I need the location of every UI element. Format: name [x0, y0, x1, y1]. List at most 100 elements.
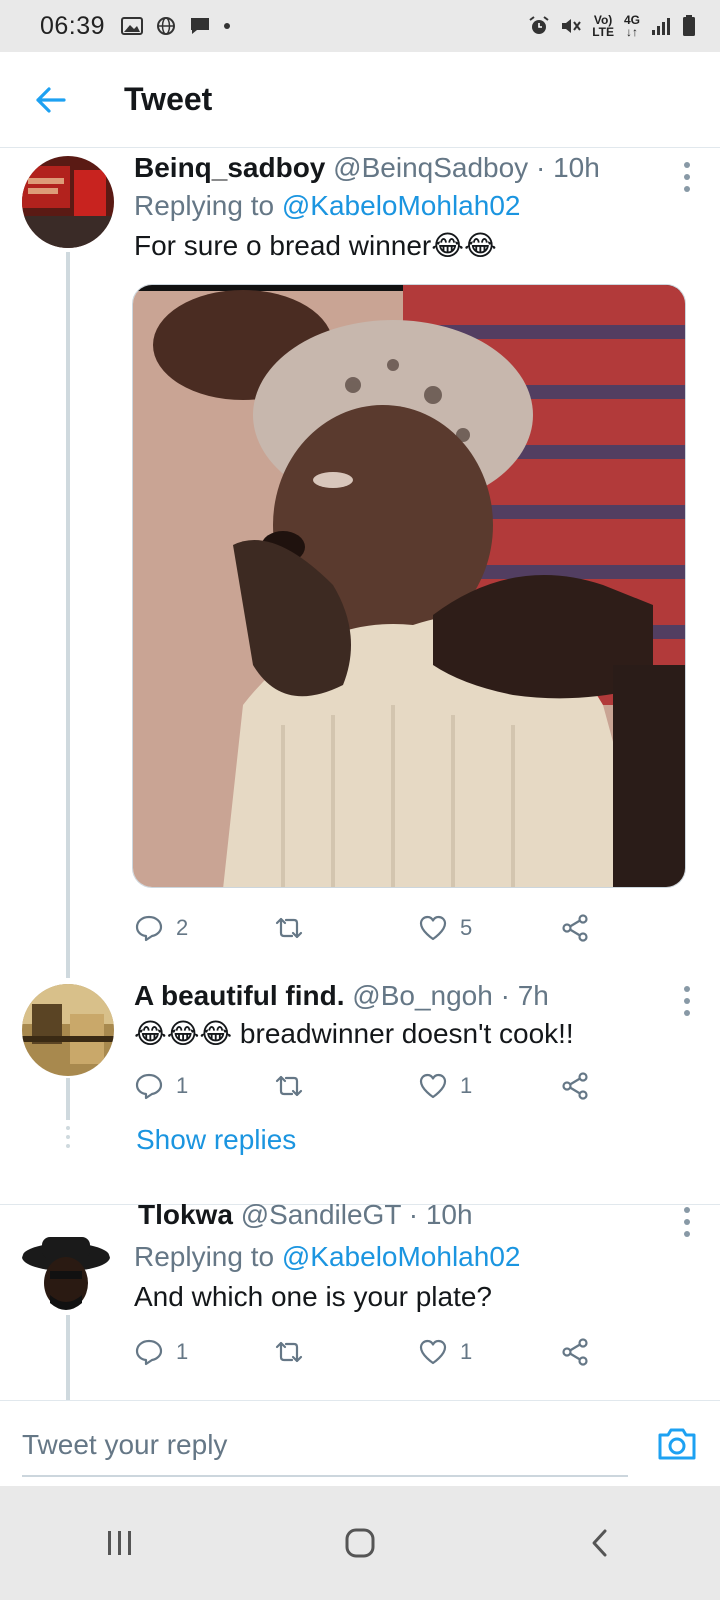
- like-action[interactable]: 5: [418, 913, 472, 943]
- author-name[interactable]: Beinq_sadboy: [134, 152, 325, 183]
- tweet-1[interactable]: Beinq_sadboy @BeinqSadboy · 10h Replying…: [0, 148, 720, 978]
- camera-icon: [658, 1428, 696, 1460]
- replying-to-prefix: Replying to: [134, 190, 275, 221]
- message-icon: [191, 18, 210, 34]
- recent-apps-button[interactable]: [80, 1513, 160, 1573]
- tweet-body-content: Replying to @KabeloMohlah02 And which on…: [134, 1237, 700, 1317]
- tweet-time: 10h: [425, 1199, 473, 1230]
- tweet-media-image[interactable]: [132, 284, 686, 888]
- recent-apps-icon: [108, 1531, 131, 1555]
- page-title: Tweet: [124, 81, 213, 117]
- volte-indicator: Vo) LTE: [592, 14, 614, 38]
- profile-picture-icon: [20, 1225, 112, 1317]
- tweet-meta: A beautiful find. @Bo_ngoh · 7h: [134, 978, 700, 1014]
- replying-to: Replying to @KabeloMohlah02: [134, 186, 700, 226]
- replying-to: Replying to @KabeloMohlah02: [134, 1237, 700, 1277]
- replying-to-mention[interactable]: @KabeloMohlah02: [282, 1241, 521, 1272]
- app-header: Tweet: [0, 52, 720, 148]
- reply-icon: [135, 915, 163, 942]
- like-action[interactable]: 1: [418, 1071, 472, 1101]
- system-back-button[interactable]: [560, 1513, 640, 1573]
- thread-line: [66, 1315, 70, 1400]
- share-icon: [562, 914, 588, 942]
- data-arrows-label: ↓↑: [625, 25, 638, 39]
- thread-line: [66, 1078, 70, 1120]
- tweet-actions: 1 1: [134, 1332, 614, 1372]
- tweet-time: 7h: [517, 980, 549, 1011]
- retweet-action[interactable]: [274, 1071, 316, 1101]
- reply-input[interactable]: [22, 1415, 628, 1477]
- retweet-action[interactable]: [274, 1337, 316, 1367]
- heart-icon: [419, 1073, 447, 1099]
- retweet-icon: [275, 917, 303, 939]
- author-name[interactable]: A beautiful find.: [134, 980, 345, 1011]
- tweet-actions: 1 1: [134, 1066, 614, 1106]
- signal-icon: [652, 18, 670, 35]
- author-handle[interactable]: @BeinqSadboy: [333, 152, 528, 183]
- reply-count: 1: [176, 1073, 189, 1098]
- status-bar: 06:39 Vo) LTE 4G ↓↑: [0, 0, 720, 52]
- mute-icon: [562, 19, 582, 33]
- home-button[interactable]: [320, 1513, 400, 1573]
- profile-picture-icon: [22, 984, 114, 1076]
- like-action[interactable]: 1: [418, 1337, 472, 1367]
- tweet-2[interactable]: A beautiful find. @Bo_ngoh · 7h 😂😂😂 brea…: [0, 978, 720, 1182]
- like-count: 1: [460, 1339, 473, 1364]
- tweet-body: A beautiful find. @Bo_ngoh · 7h 😂😂😂 brea…: [134, 978, 700, 1054]
- thread-dots: [66, 1126, 70, 1148]
- tweet-actions: 2 5: [134, 908, 614, 948]
- avatar[interactable]: [22, 156, 114, 248]
- volte-label-bottom: LTE: [592, 25, 614, 39]
- show-replies-link[interactable]: Show replies: [136, 1124, 296, 1156]
- author-handle[interactable]: @Bo_ngoh: [352, 980, 493, 1011]
- reply-count: 2: [176, 915, 189, 940]
- home-icon: [345, 1528, 375, 1558]
- tweet-time: 10h: [553, 152, 600, 183]
- retweet-action[interactable]: [274, 913, 316, 943]
- share-icon: [562, 1338, 588, 1366]
- heart-icon: [419, 915, 447, 941]
- share-icon: [562, 1072, 588, 1100]
- tweet-meta: Tlokwa @SandileGT · 10h: [138, 1197, 700, 1233]
- reply-icon: [135, 1073, 163, 1100]
- share-action[interactable]: [560, 913, 590, 943]
- reply-action[interactable]: 2: [134, 913, 188, 943]
- share-action[interactable]: [560, 1071, 590, 1101]
- replying-to-prefix: Replying to: [134, 1241, 275, 1272]
- heart-icon: [419, 1339, 447, 1365]
- status-time: 06:39: [40, 11, 106, 40]
- profile-picture-icon: [22, 156, 114, 248]
- arrow-left-icon: [36, 86, 66, 113]
- battery-icon: [683, 15, 695, 36]
- system-icons: Vo) LTE 4G ↓↑: [528, 14, 696, 38]
- tweet-text: And which one is your plate?: [134, 1281, 492, 1312]
- replying-to-mention[interactable]: @KabeloMohlah02: [282, 190, 521, 221]
- avatar[interactable]: [22, 984, 114, 1076]
- author-name[interactable]: Tlokwa: [138, 1199, 233, 1230]
- alarm-icon: [529, 16, 549, 34]
- tweet-3[interactable]: Tlokwa @SandileGT · 10h Replying to @Kab…: [0, 1199, 720, 1400]
- meta-separator: ·: [535, 152, 546, 183]
- data-type-indicator: 4G ↓↑: [624, 14, 640, 38]
- back-button[interactable]: [20, 70, 80, 130]
- vpn-globe-icon: [157, 17, 176, 35]
- reply-action[interactable]: 1: [134, 1337, 188, 1367]
- reply-icon: [135, 1339, 163, 1366]
- tweet-text: For sure o bread winner😂😂: [134, 230, 497, 261]
- author-handle[interactable]: @SandileGT: [241, 1199, 401, 1230]
- share-action[interactable]: [560, 1337, 590, 1367]
- thread-line: [66, 252, 70, 978]
- tweet-text: 😂😂😂 breadwinner doesn't cook!!: [134, 1018, 574, 1049]
- reply-action[interactable]: 1: [134, 1071, 188, 1101]
- like-count: 5: [460, 915, 473, 940]
- avatar[interactable]: [20, 1225, 112, 1317]
- camera-button[interactable]: [656, 1423, 698, 1465]
- gallery-icon: [121, 17, 144, 35]
- reply-count: 1: [176, 1339, 189, 1364]
- photo-elderly-woman-surprised: [133, 285, 685, 887]
- back-icon: [592, 1529, 607, 1557]
- system-nav-bar: [0, 1486, 720, 1600]
- retweet-icon: [275, 1075, 303, 1097]
- retweet-icon: [275, 1341, 303, 1363]
- meta-separator: ·: [500, 980, 510, 1011]
